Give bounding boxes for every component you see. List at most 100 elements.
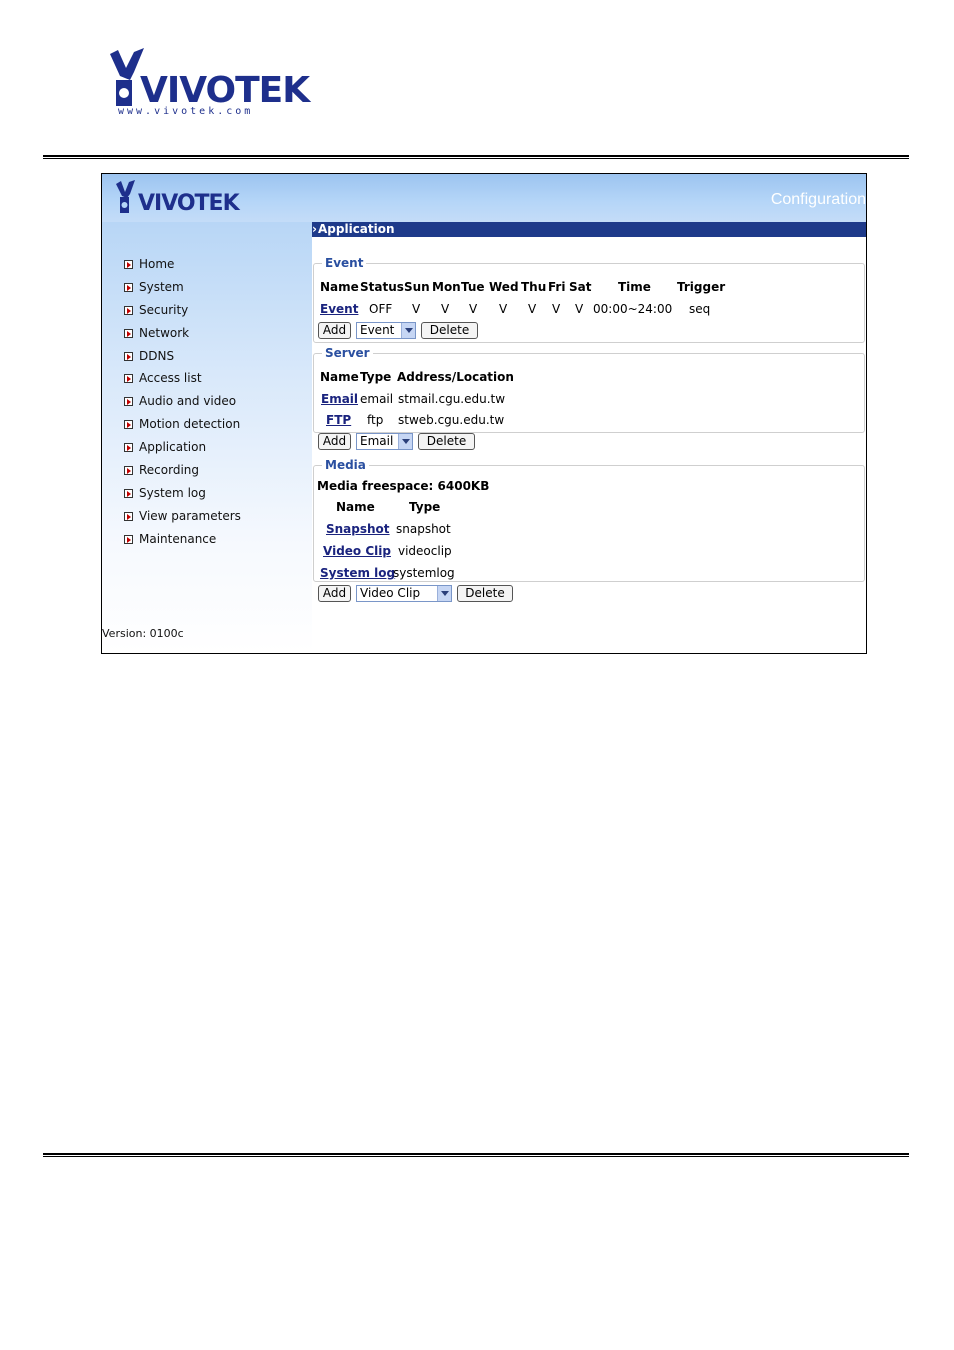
event-trigger: seq	[689, 302, 711, 316]
header-banner: VIVOTEK Configuration	[102, 174, 866, 222]
arrow-right-icon	[124, 465, 133, 475]
media-systemlog-type: systemlog	[393, 566, 455, 580]
sidebar: Home System Security Network DDNS Access…	[102, 222, 312, 653]
page-title: Application	[318, 222, 395, 236]
sidebar-item-security[interactable]: Security	[124, 302, 188, 318]
media-delete-button[interactable]: Delete	[457, 585, 513, 602]
server-ftp-type: ftp	[367, 413, 384, 427]
server-email-type: email	[360, 392, 394, 406]
sidebar-item-system-log[interactable]: System log	[124, 485, 206, 501]
arrow-right-icon	[124, 351, 133, 361]
banner-title: Configuration	[770, 191, 866, 208]
sidebar-item-label: System log	[139, 486, 206, 500]
event-wed: V	[499, 302, 508, 316]
server-email-address: stmail.cgu.edu.tw	[398, 392, 506, 406]
event-add-button[interactable]: Add	[318, 322, 351, 339]
event-header-trigger: Trigger	[677, 280, 726, 294]
sidebar-item-label: System	[139, 280, 184, 294]
event-sat: V	[575, 302, 584, 316]
event-header-tue: Tue	[461, 280, 485, 294]
event-select[interactable]: Event	[356, 322, 416, 339]
event-header-status: Status	[360, 280, 404, 294]
sidebar-item-label: Motion detection	[139, 417, 241, 431]
event-header-sat: Sat	[569, 280, 592, 294]
svg-text:VIVOTEK: VIVOTEK	[140, 70, 311, 111]
event-select-value: Event	[360, 323, 395, 337]
event-mon: V	[441, 302, 450, 316]
sidebar-item-network[interactable]: Network	[124, 325, 189, 341]
media-header-type: Type	[409, 500, 441, 514]
sidebar-item-maintenance[interactable]: Maintenance	[124, 531, 216, 547]
version-label: Version: 0100c	[102, 627, 184, 640]
arrow-right-icon	[124, 534, 133, 544]
banner-vivotek-logo: VIVOTEK	[116, 180, 242, 216]
sidebar-item-home[interactable]: Home	[124, 256, 174, 272]
event-sun: V	[412, 302, 421, 316]
server-header-name: Name	[320, 370, 359, 384]
media-select-value: Video Clip	[360, 586, 421, 600]
arrow-right-icon	[124, 282, 133, 292]
server-ftp-address: stweb.cgu.edu.tw	[398, 413, 505, 427]
media-freespace: Media freespace: 6400KB	[317, 479, 490, 493]
server-fieldset: Server	[313, 346, 865, 433]
event-legend: Event	[325, 256, 364, 270]
arrow-right-icon	[124, 328, 133, 338]
server-delete-button[interactable]: Delete	[418, 433, 475, 450]
event-thu: V	[528, 302, 537, 316]
sidebar-item-label: Maintenance	[139, 532, 217, 546]
media-systemlog-link[interactable]: System log	[320, 566, 395, 580]
media-videoclip-link[interactable]: Video Clip	[323, 544, 391, 558]
chevron-down-icon	[401, 323, 415, 338]
event-name-link[interactable]: Event	[320, 302, 358, 316]
media-legend: Media	[325, 458, 366, 472]
event-status: OFF	[369, 302, 393, 316]
server-select-value: Email	[360, 434, 394, 448]
page-title-bar: ›Application	[312, 222, 866, 237]
event-delete-button[interactable]: Delete	[421, 322, 478, 339]
media-add-button[interactable]: Add	[318, 585, 351, 602]
arrow-right-icon	[124, 373, 133, 383]
sidebar-item-label: Home	[139, 257, 175, 271]
event-tue: V	[469, 302, 478, 316]
bottom-divider	[43, 1153, 909, 1157]
event-header-mon: Mon	[432, 280, 461, 294]
sidebar-item-recording[interactable]: Recording	[124, 462, 199, 478]
sidebar-item-system[interactable]: System	[124, 279, 184, 295]
event-fri: V	[552, 302, 561, 316]
sidebar-item-label: Network	[139, 326, 190, 340]
media-snapshot-type: snapshot	[396, 522, 451, 536]
arrow-right-icon	[124, 259, 133, 269]
chevron-down-icon	[398, 434, 412, 449]
server-email-link[interactable]: Email	[321, 392, 358, 406]
event-header-wed: Wed	[489, 280, 519, 294]
event-header-time: Time	[618, 280, 651, 294]
event-header-fri: Fri	[548, 280, 566, 294]
top-divider	[43, 155, 909, 159]
vivotek-logo: VIVOTEK www.vivotek.com	[110, 48, 312, 117]
server-legend: Server	[325, 346, 370, 360]
sidebar-item-label: Audio and video	[139, 394, 237, 408]
server-header-address: Address/Location	[397, 370, 514, 384]
sidebar-item-view-parameters[interactable]: View parameters	[124, 508, 241, 524]
event-time: 00:00~24:00	[593, 302, 673, 316]
sidebar-item-motion-detection[interactable]: Motion detection	[124, 416, 240, 432]
server-ftp-link[interactable]: FTP	[326, 413, 351, 427]
arrow-right-icon	[124, 488, 133, 498]
sidebar-item-label: View parameters	[139, 509, 241, 523]
event-header-thu: Thu	[521, 280, 547, 294]
sidebar-item-audio-video[interactable]: Audio and video	[124, 393, 236, 409]
server-select[interactable]: Email	[356, 433, 413, 450]
sidebar-item-label: Recording	[139, 463, 200, 477]
server-add-button[interactable]: Add	[318, 433, 351, 450]
sidebar-item-ddns[interactable]: DDNS	[124, 348, 174, 364]
server-header-type: Type	[360, 370, 392, 384]
sidebar-item-access-list[interactable]: Access list	[124, 370, 202, 386]
media-select[interactable]: Video Clip	[356, 585, 452, 602]
screenshot-frame: VIVOTEK Configuration Home System Securi…	[101, 173, 867, 654]
sidebar-item-label: Security	[139, 303, 189, 317]
media-snapshot-link[interactable]: Snapshot	[326, 522, 390, 536]
arrow-right-icon	[124, 305, 133, 315]
event-header-sun: Sun	[404, 280, 430, 294]
arrow-right-icon	[124, 511, 133, 521]
sidebar-item-application[interactable]: Application	[124, 439, 206, 455]
